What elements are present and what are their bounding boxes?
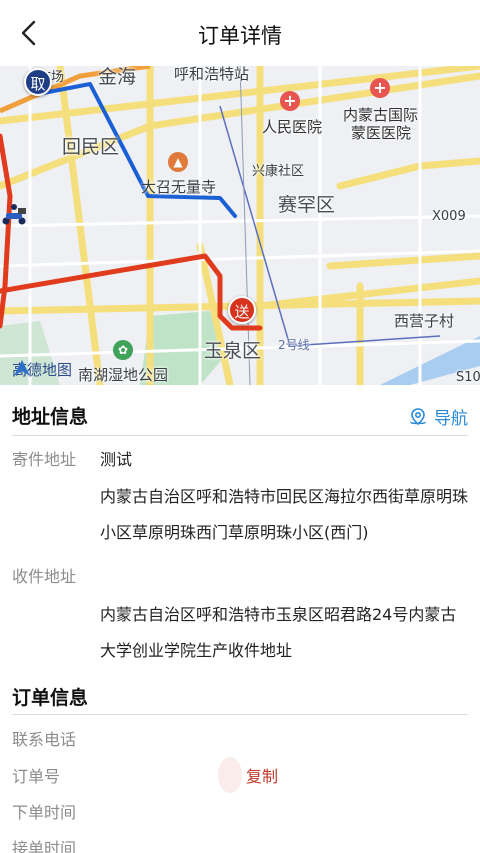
temple-icon: ▲ — [168, 152, 188, 172]
location-pin-icon — [410, 407, 426, 425]
map-label-line2: 2号线 — [278, 338, 310, 352]
map-label-huimin-district: 回民区 — [62, 136, 120, 158]
map-label-xingkang: 兴康社区 — [252, 164, 305, 179]
map-label-nanhu-park: 南湖湿地公园 — [78, 366, 169, 384]
deliver-marker[interactable]: 送 — [228, 296, 256, 324]
amap-logo: 高德地图 — [12, 358, 72, 380]
address-section-title: 地址信息 — [12, 406, 89, 428]
receiver-address-label: 收件地址 — [12, 567, 77, 586]
order-section-title: 订单信息 — [12, 687, 89, 709]
map-label-s102: S102 — [456, 370, 480, 385]
hospital-icon: + — [370, 78, 390, 98]
hospital-icon: + — [280, 91, 300, 111]
map-label-dazhao: 大召无量寺 — [141, 178, 217, 196]
navigate-label: 导航 — [434, 409, 468, 429]
sender-name: 测试 — [100, 450, 133, 469]
receiver-address: 内蒙古自治区呼和浩特市玉泉区昭君路24号内蒙古大学创业学院生产收件地址 — [100, 605, 457, 660]
order-time-label: 下单时间 — [12, 803, 77, 822]
map-label-mongol-hospital-2: 蒙医医院 — [351, 124, 412, 142]
map-label-saihan-district: 赛罕区 — [278, 194, 336, 216]
divider — [12, 435, 468, 436]
top-bar: 订单详情 — [0, 0, 480, 66]
navigate-button[interactable]: 导航 — [408, 404, 468, 429]
sender-address: 内蒙古自治区呼和浩特市回民区海拉尔西街草原明珠小区草原明珠西门草原明珠小区(西门… — [100, 487, 469, 542]
map-label-yuquan-district: 玉泉区 — [204, 340, 262, 362]
page-title: 订单详情 — [198, 24, 282, 48]
park-icon: ✿ — [113, 340, 133, 360]
courier-scooter-icon — [2, 204, 26, 225]
copy-order-number-button[interactable]: 复制 — [218, 757, 278, 793]
order-number-label: 订单号 — [12, 767, 61, 786]
address-section-header: 地址信息 导航 — [0, 392, 480, 436]
map-label-xiyingzi: 西营子村 — [394, 312, 455, 330]
pickup-marker[interactable]: 取 — [24, 68, 52, 96]
divider — [12, 714, 468, 715]
accept-time-label: 接单时间 — [12, 839, 77, 853]
order-section-header: 订单信息 — [0, 673, 480, 717]
copy-button-highlight — [218, 757, 242, 793]
amap-logo-icon — [14, 360, 30, 376]
map-label-jinhai: 金海 — [98, 66, 137, 88]
map-label-hohhot-station: 呼和浩特站 — [174, 66, 250, 83]
sender-address-label: 寄件地址 — [12, 450, 77, 469]
contact-phone-label: 联系电话 — [12, 730, 77, 749]
map-label-x009: X009 — [432, 209, 466, 224]
copy-button-label: 复制 — [246, 767, 279, 786]
map-label-renmin-hospital: 人民医院 — [262, 118, 323, 136]
map-view[interactable]: 广场 金海 呼和浩特站 + 人民医院 + 内蒙古国际 蒙医医院 回民区 ▲ 大召… — [0, 66, 480, 385]
